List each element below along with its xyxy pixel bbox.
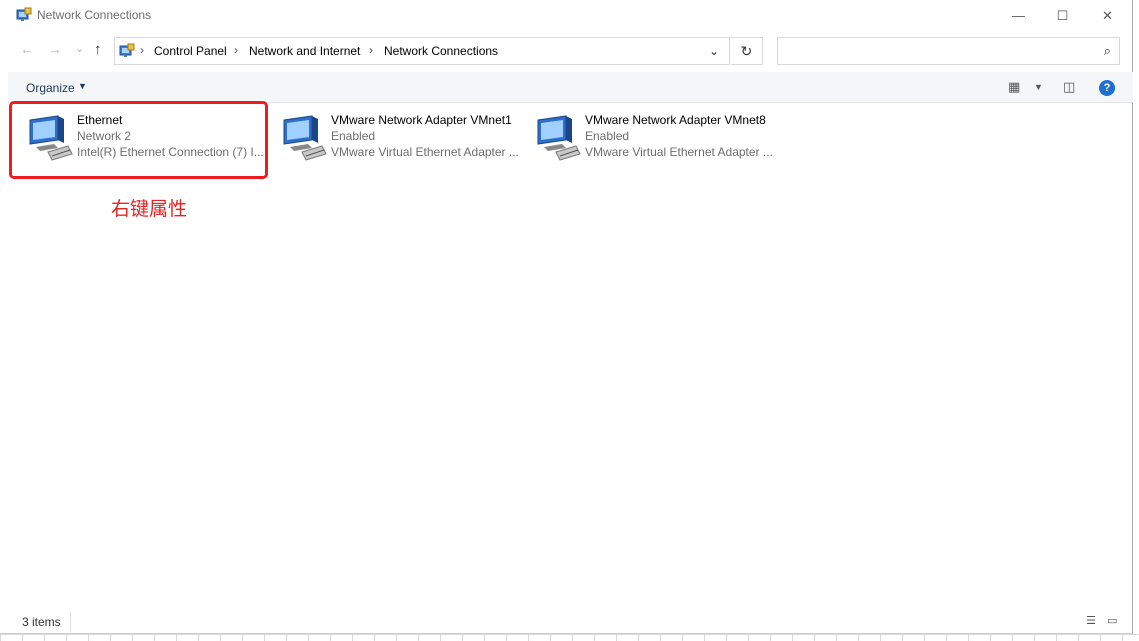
connection-item-vmnet1[interactable]: VMware Network Adapter VMnet1 Enabled VM…: [268, 110, 519, 176]
back-arrow-icon[interactable]: ←: [20, 41, 34, 57]
up-arrow-icon[interactable]: ↑: [94, 41, 102, 58]
breadcrumb-separator: ›: [140, 43, 144, 57]
large-icons-view-icon[interactable]: ▭: [1107, 614, 1117, 627]
annotation-highlight-box: [9, 101, 268, 179]
connection-status: Enabled: [585, 129, 630, 143]
network-folder-icon: [119, 43, 135, 57]
title-bar[interactable]: Network Connections — ☐ ✕: [0, 0, 1133, 31]
connection-device: VMware Virtual Ethernet Adapter ...: [331, 145, 519, 159]
close-button[interactable]: ✕: [1085, 0, 1130, 31]
navigation-bar: ← → ⌄ ↑ › Control Panel › Network and In…: [0, 36, 1133, 66]
ruler-strip: [0, 634, 1139, 641]
status-bar: 3 items ☰ ▭: [8, 610, 1133, 634]
connection-name: VMware Network Adapter VMnet1: [331, 113, 512, 127]
breadcrumb-control-panel[interactable]: Control Panel: [154, 44, 227, 58]
connection-device: VMware Virtual Ethernet Adapter ...: [585, 145, 773, 159]
minimize-button[interactable]: —: [996, 0, 1041, 31]
address-dropdown-icon[interactable]: ⌄: [709, 44, 719, 58]
connection-status: Enabled: [331, 129, 376, 143]
connections-list: Ethernet Network 2 Intel(R) Ethernet Con…: [8, 104, 1133, 609]
organize-button[interactable]: Organize: [26, 81, 75, 95]
search-icon[interactable]: ⌕: [1104, 43, 1111, 59]
network-folder-icon: [16, 7, 32, 21]
change-view-icon[interactable]: ▦: [1008, 79, 1020, 95]
view-options-chevron-icon[interactable]: ▼: [1034, 82, 1043, 92]
maximize-button[interactable]: ☐: [1040, 0, 1085, 31]
annotation-text: 右键属性: [111, 198, 188, 220]
network-connections-window: Network Connections — ☐ ✕ ← → ⌄ ↑ › Cont…: [0, 0, 1133, 634]
network-adapter-icon: [283, 115, 327, 161]
details-view-icon[interactable]: ☰: [1086, 614, 1096, 627]
breadcrumb-network-connections[interactable]: Network Connections: [384, 44, 498, 58]
address-bar[interactable]: › Control Panel › Network and Internet ›…: [114, 37, 730, 65]
connection-item-vmnet8[interactable]: VMware Network Adapter VMnet8 Enabled VM…: [522, 110, 773, 176]
search-input[interactable]: ⌕: [777, 37, 1120, 65]
command-bar: Organize ▼ ▦ ▼ ◫ ?: [8, 72, 1133, 103]
network-adapter-icon: [537, 115, 581, 161]
breadcrumb-separator[interactable]: ›: [369, 43, 373, 57]
forward-arrow-icon[interactable]: →: [48, 41, 62, 57]
recent-locations-chevron-icon[interactable]: ⌄: [75, 42, 84, 55]
help-button[interactable]: ?: [1099, 80, 1115, 96]
window-title: Network Connections: [37, 8, 152, 22]
status-divider: [70, 612, 71, 632]
refresh-button[interactable]: ↻: [731, 37, 763, 65]
item-count: 3 items: [22, 615, 61, 629]
chevron-down-icon[interactable]: ▼: [78, 81, 87, 91]
connection-name: VMware Network Adapter VMnet8: [585, 113, 766, 127]
preview-pane-icon[interactable]: ◫: [1063, 79, 1075, 95]
breadcrumb-separator[interactable]: ›: [234, 43, 238, 57]
breadcrumb-network-and-internet[interactable]: Network and Internet: [249, 44, 360, 58]
